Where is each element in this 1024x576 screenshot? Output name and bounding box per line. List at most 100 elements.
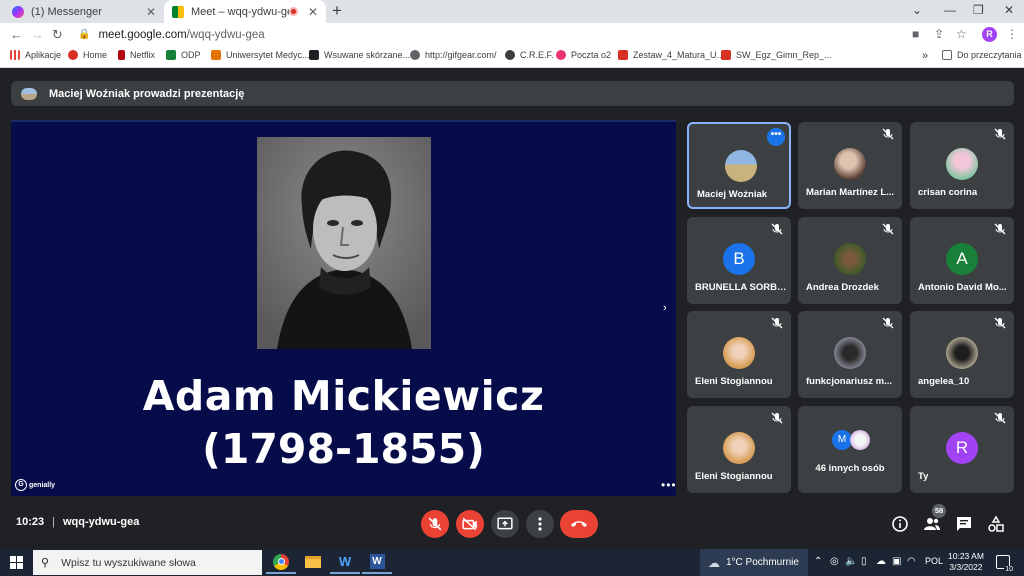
leave-call-button[interactable] <box>560 510 598 538</box>
tab-meet[interactable]: Meet – wqq-ydwu-gea ✕ <box>164 0 326 23</box>
others-tile[interactable]: M 46 innych osób <box>798 406 902 493</box>
tab-title: (1) Messenger <box>31 5 102 18</box>
menu-icon[interactable]: ⋮ <box>1006 27 1018 41</box>
bookmark-wsuwane[interactable]: Wsuwane skórzane... <box>309 50 410 60</box>
camera-button[interactable] <box>456 510 484 538</box>
activities-icon[interactable] <box>987 515 1005 533</box>
chat-icon[interactable] <box>955 515 973 533</box>
self-tile[interactable]: R Ty <box>910 406 1014 493</box>
netflix-icon <box>118 50 125 60</box>
recording-icon <box>288 7 298 16</box>
bookmark-gifgear[interactable]: http://gifgear.com/ <box>410 50 497 60</box>
shop-icon <box>309 50 319 60</box>
new-tab-button[interactable]: + <box>332 2 342 20</box>
taskbar-app-w[interactable]: W <box>330 551 360 574</box>
participant-name: Maciej Woźniak <box>697 189 768 200</box>
tab-strip: (1) Messenger ✕ Meet – wqq-ydwu-gea ✕ + … <box>0 0 1024 23</box>
bookmark-uniwersytet[interactable]: Uniwersytet Medyc... <box>211 50 310 60</box>
wifi-icon[interactable]: ◠ <box>907 556 916 567</box>
university-icon <box>211 50 221 60</box>
more-options-button[interactable] <box>526 510 554 538</box>
tab-search-icon[interactable]: ⌄ <box>912 3 922 17</box>
share-icon[interactable]: ⇪ <box>934 27 944 41</box>
bookmark-label: Uniwersytet Medyc... <box>226 50 310 60</box>
participant-name: Andrea Drozdek <box>806 282 879 293</box>
url-host: meet.google.com <box>98 28 187 41</box>
microphone-button[interactable] <box>421 510 449 538</box>
more-options-button[interactable]: ••• <box>767 128 785 146</box>
reload-icon[interactable]: ↻ <box>52 27 63 43</box>
close-window-button[interactable]: ✕ <box>1004 3 1014 17</box>
camera-icon[interactable]: ■ <box>912 27 919 41</box>
meet-window: Maciej Woźniak prowadzi prezentację Adam… <box>0 69 1024 549</box>
participant-tile[interactable]: A Antonio David Mo... <box>910 217 1014 304</box>
presentation-more-button[interactable]: ••• <box>661 478 676 492</box>
bookmark-poczta[interactable]: Poczta o2 <box>556 50 611 60</box>
portrait-image <box>257 137 431 349</box>
participant-tile[interactable]: funkcjonariusz m... <box>798 311 902 398</box>
battery-icon[interactable]: ▯ <box>861 556 867 567</box>
minimize-button[interactable]: — <box>944 3 956 17</box>
bookmark-odp[interactable]: ODP <box>166 50 201 60</box>
taskbar-search[interactable]: ⚲ Wpisz tu wyszukiwane słowa <box>33 550 262 575</box>
language-indicator[interactable]: POL <box>925 556 943 566</box>
cloud-sync-icon[interactable]: ☁ <box>876 556 886 567</box>
bookmarks-overflow[interactable]: » <box>922 50 928 62</box>
word-icon: W <box>369 554 385 569</box>
taskbar-word[interactable]: W <box>362 551 392 574</box>
show-hidden-icons[interactable]: ⌃ <box>814 556 822 567</box>
mic-off-icon <box>994 412 1006 424</box>
bookmark-apps[interactable]: Aplikacje <box>10 50 61 60</box>
others-label: 46 innych osób <box>815 463 885 474</box>
participant-tile[interactable]: Marian Martínez L... <box>798 122 902 209</box>
participant-name: Marian Martínez L... <box>806 187 895 198</box>
reading-list[interactable]: Do przeczytania <box>942 50 1022 60</box>
participant-tile[interactable]: ••• Maciej Woźniak <box>687 122 791 209</box>
forward-arrow-icon[interactable]: → <box>31 27 44 42</box>
participant-name: funkcjonariusz m... <box>806 376 893 387</box>
present-screen-button[interactable] <box>491 510 519 538</box>
tab-messenger[interactable]: (1) Messenger ✕ <box>4 0 164 23</box>
back-arrow-icon[interactable]: ← <box>10 27 23 42</box>
bookmark-label: C.R.E.F. <box>520 50 554 60</box>
taskbar-chrome[interactable] <box>266 551 296 574</box>
participant-tile[interactable]: Eleni Stogiannou <box>687 406 791 493</box>
bookmarks-bar: Aplikacje Home Netflix ODP Uniwersytet M… <box>0 46 1024 68</box>
close-tab-icon[interactable]: ✕ <box>308 5 318 19</box>
bookmark-zestaw[interactable]: Zestaw_4_Matura_U... <box>618 50 724 60</box>
weather-widget[interactable]: ☁ 1°C Pochmurnie <box>700 549 808 576</box>
slide-title: Adam Mickiewicz <box>142 372 545 420</box>
close-tab-icon[interactable]: ✕ <box>146 5 156 19</box>
network-icon[interactable]: ◎ <box>830 556 839 567</box>
presentation-stage[interactable]: Adam Mickiewicz (1798-1855) G genially ›… <box>11 120 676 496</box>
bookmark-netflix[interactable]: Netflix <box>118 50 155 60</box>
participant-tile[interactable]: B BRUNELLA SORBE... <box>687 217 791 304</box>
mic-off-icon <box>882 128 894 140</box>
bookmark-star-icon[interactable]: ☆ <box>956 27 967 41</box>
participant-tile[interactable]: angelea_10 <box>910 311 1014 398</box>
bookmark-sw-egz[interactable]: SW_Egz_Gimn_Rep_... <box>721 50 832 60</box>
bookmark-cref[interactable]: C.R.E.F. <box>505 50 554 60</box>
url-path: /wqq-ydwu-gea <box>186 28 265 41</box>
avatar <box>725 150 757 182</box>
bookmark-label: Zestaw_4_Matura_U... <box>633 50 725 60</box>
maximize-button[interactable]: ❐ <box>973 3 984 17</box>
participant-tile[interactable]: crisan corina <box>910 122 1014 209</box>
taskbar-clock[interactable]: 10:23 AM 3/3/2022 <box>948 551 984 573</box>
meet-tray-icon[interactable]: ▣ <box>892 556 901 567</box>
genially-icon: G <box>15 479 27 491</box>
mic-off-icon <box>771 223 783 235</box>
notifications-icon[interactable]: 10 <box>996 555 1014 573</box>
profile-avatar[interactable]: R <box>982 27 997 42</box>
volume-icon[interactable]: 🔈 <box>845 556 857 567</box>
bookmark-home[interactable]: Home <box>68 50 107 60</box>
next-slide-button[interactable]: › <box>663 302 667 314</box>
taskbar-file-explorer[interactable] <box>298 551 328 574</box>
participant-tile[interactable]: Andrea Drozdek <box>798 217 902 304</box>
url-field[interactable]: 🔒 meet.google.com/wqq-ydwu-gea <box>78 26 898 43</box>
participant-tile[interactable]: Eleni Stogiannou <box>687 311 791 398</box>
windows-start-icon[interactable] <box>10 556 23 569</box>
windows-taskbar: ⚲ Wpisz tu wyszukiwane słowa W W ☁ 1°C P… <box>0 549 1024 576</box>
mail-icon <box>556 50 566 60</box>
info-icon[interactable] <box>891 515 909 533</box>
